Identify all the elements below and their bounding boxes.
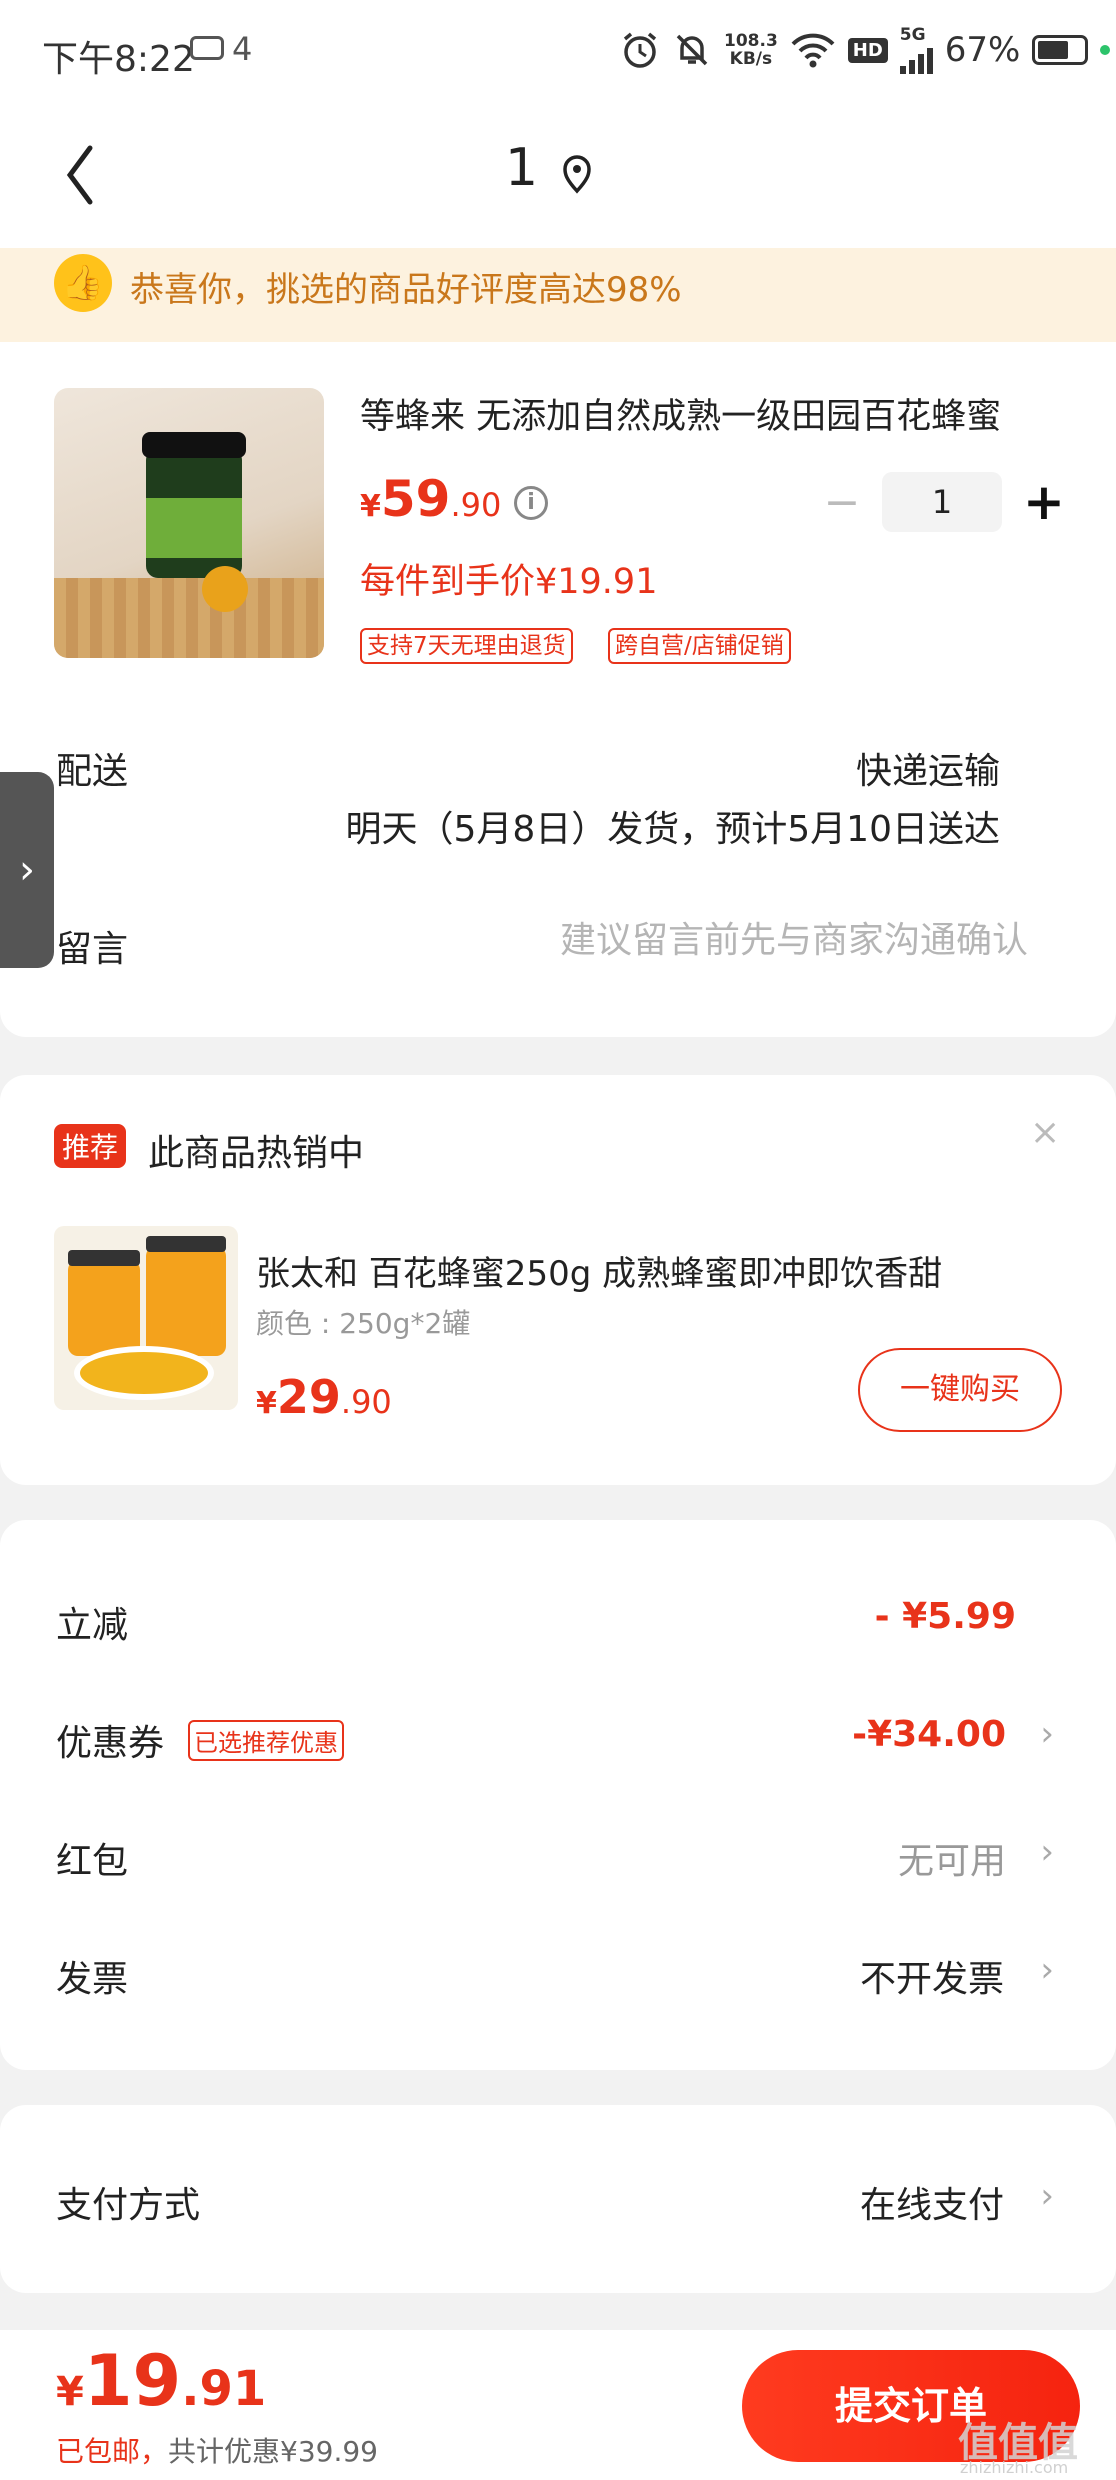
recommend-title: 此商品热销中 bbox=[148, 1133, 365, 1174]
shipping-date: 明天（5月8日）发货，预计5月10日送达 bbox=[345, 809, 1000, 850]
payment-label[interactable]: 支付方式 bbox=[56, 2176, 200, 2228]
return-policy-tag: 支持7天无理由退货 bbox=[360, 628, 573, 664]
status-dot bbox=[1100, 45, 1111, 55]
battery-icon bbox=[1032, 35, 1089, 65]
message-icon bbox=[190, 36, 224, 60]
product-price: ¥59.90 bbox=[360, 470, 502, 528]
recommend-product-name[interactable]: 张太和 百花蜂蜜250g 成熟蜂蜜即冲即饮香甜 bbox=[256, 1246, 1046, 1295]
back-icon[interactable] bbox=[60, 140, 100, 210]
recommend-badge: 推荐 bbox=[54, 1124, 127, 1168]
nav-header bbox=[0, 100, 1116, 248]
redpacket-chevron-icon[interactable]: › bbox=[1040, 1832, 1054, 1872]
battery-percent: 67% bbox=[944, 30, 1021, 70]
recommend-product-spec: 颜色 : 250g*2罐 bbox=[256, 1307, 471, 1340]
message-count: 4 bbox=[232, 30, 253, 68]
page-title: 1 bbox=[505, 138, 539, 198]
price-info-icon[interactable]: i bbox=[514, 486, 548, 520]
payment-chevron-icon[interactable]: › bbox=[1040, 2176, 1054, 2216]
status-time: 下午8:22 bbox=[42, 39, 195, 80]
promotion-tag: 跨自营/店铺促销 bbox=[608, 628, 791, 664]
redpacket-value[interactable]: 无可用 bbox=[898, 1832, 1006, 1884]
product-image[interactable] bbox=[54, 388, 324, 658]
coupon-selected-badge: 已选推荐优惠 bbox=[188, 1720, 344, 1761]
wifi-icon bbox=[791, 33, 835, 68]
close-icon[interactable]: × bbox=[1030, 1112, 1060, 1153]
mute-bell-icon bbox=[676, 34, 708, 66]
invoice-label[interactable]: 发票 bbox=[56, 1950, 128, 2002]
shipping-type[interactable]: 快递运输 bbox=[856, 742, 1000, 794]
total-price: ¥19.91 bbox=[56, 2340, 267, 2422]
thumbs-up-icon: 👍 bbox=[54, 254, 112, 312]
direct-discount-value: - ¥5.99 bbox=[874, 1596, 1016, 1637]
hd-badge: HD bbox=[847, 37, 888, 63]
recommend-product-image[interactable] bbox=[54, 1226, 238, 1410]
quantity-value[interactable]: 1 bbox=[882, 472, 1002, 532]
signal-icon: 5G bbox=[899, 26, 933, 74]
banner-text: 恭喜你，挑选的商品好评度高达98% bbox=[130, 270, 682, 310]
message-input[interactable] bbox=[400, 912, 1028, 968]
message-label: 留言 bbox=[56, 929, 129, 970]
status-icons: 108.3 KB/s HD 5G 67% bbox=[620, 24, 1111, 76]
product-title[interactable]: 等蜂来 无添加自然成熟一级田园百花蜂蜜 bbox=[360, 388, 1040, 439]
shipping-label: 配送 bbox=[56, 751, 129, 792]
location-pin-icon[interactable] bbox=[560, 154, 594, 194]
payment-value[interactable]: 在线支付 bbox=[860, 2176, 1004, 2228]
net-speed: 108.3 KB/s bbox=[724, 31, 778, 69]
one-click-buy-button[interactable]: 一键购买 bbox=[858, 1348, 1062, 1432]
unit-final-price: 每件到手价¥19.91 bbox=[360, 562, 658, 602]
invoice-chevron-icon[interactable]: › bbox=[1040, 1950, 1054, 1990]
alarm-icon bbox=[623, 32, 657, 68]
quantity-increase-button[interactable]: + bbox=[1022, 474, 1066, 530]
coupon-value[interactable]: -¥34.00 bbox=[852, 1714, 1006, 1755]
redpacket-label[interactable]: 红包 bbox=[56, 1832, 128, 1884]
watermark-url: zhizhizhi.com bbox=[960, 2458, 1069, 2477]
quantity-decrease-button[interactable]: − bbox=[822, 478, 862, 528]
footer-note: 已包邮，共计优惠¥39.99 bbox=[56, 2435, 378, 2468]
recommend-product-price: ¥29.90 bbox=[256, 1370, 392, 1424]
side-expand-tab[interactable]: › bbox=[0, 772, 54, 968]
direct-discount-label: 立减 bbox=[56, 1605, 129, 1646]
invoice-value[interactable]: 不开发票 bbox=[860, 1950, 1004, 2002]
coupon-chevron-icon[interactable]: › bbox=[1040, 1714, 1054, 1754]
coupon-label[interactable]: 优惠券 bbox=[56, 1714, 164, 1766]
